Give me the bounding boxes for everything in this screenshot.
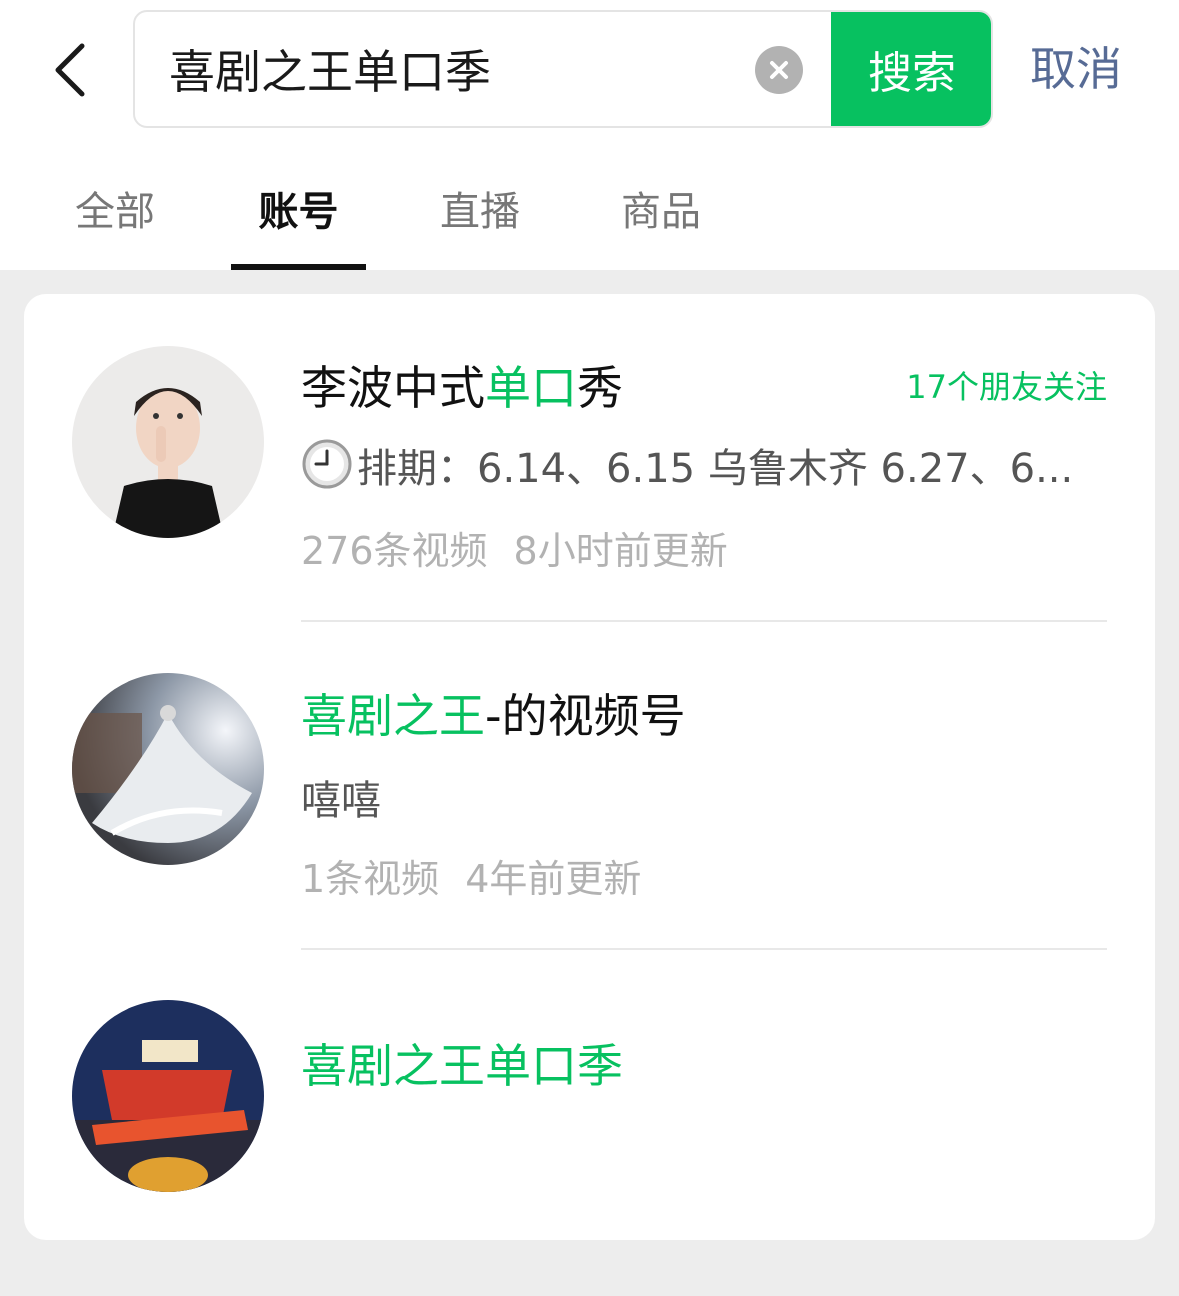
clock-icon	[302, 439, 352, 489]
account-meta: 1条视频 4年前更新	[301, 857, 642, 901]
cancel-button[interactable]: 取消	[1030, 34, 1122, 104]
friends-follow-count: 17个朋友关注	[906, 368, 1107, 406]
result-item[interactable]: 喜剧之王-的视频号 嘻嘻 1条视频 4年前更新	[24, 622, 1155, 950]
results-card: 李波中式单口秀 17个朋友关注 排期：6.14、6.15 乌鲁木齐 6.27、6…	[24, 294, 1155, 1240]
tab-products[interactable]: 商品	[606, 170, 716, 270]
result-item[interactable]: 李波中式单口秀 17个朋友关注 排期：6.14、6.15 乌鲁木齐 6.27、6…	[24, 294, 1155, 622]
avatar	[72, 673, 264, 865]
back-button[interactable]	[30, 30, 110, 110]
result-item[interactable]: 喜剧之王单口季	[24, 950, 1155, 1240]
account-description: 嘻嘻	[301, 778, 381, 824]
chevron-left-icon	[55, 43, 85, 97]
account-title: 喜剧之王单口季	[301, 1039, 623, 1093]
search-box: 搜索	[133, 10, 993, 128]
tab-live[interactable]: 直播	[425, 170, 535, 270]
tab-bar: 全部 账号 直播 商品	[0, 170, 1179, 270]
account-title: 喜剧之王-的视频号	[301, 689, 686, 743]
account-description: 排期：6.14、6.15 乌鲁木齐 6.27、6...	[301, 436, 1101, 494]
tab-all[interactable]: 全部	[60, 170, 170, 270]
avatar	[72, 1000, 264, 1192]
clear-search-button[interactable]	[755, 46, 803, 94]
close-icon	[770, 61, 788, 79]
tab-accounts[interactable]: 账号	[231, 170, 366, 270]
active-tab-indicator	[231, 264, 366, 270]
account-meta: 276条视频 8小时前更新	[301, 529, 728, 573]
top-bar: 搜索 取消 全部 账号 直播 商品	[0, 0, 1179, 270]
search-button[interactable]: 搜索	[831, 12, 991, 126]
avatar	[72, 346, 264, 538]
search-input[interactable]	[169, 12, 739, 126]
account-title: 李波中式单口秀	[301, 361, 623, 415]
